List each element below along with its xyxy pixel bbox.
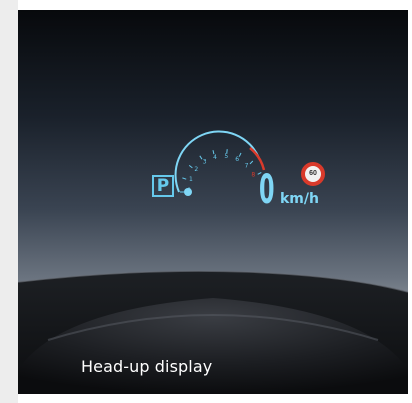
tachometer-gauge: 012345678 [174, 130, 266, 196]
tach-tick-label: 6 [235, 156, 239, 163]
tach-tick-mark [249, 160, 254, 165]
left-margin-strip [0, 0, 18, 403]
hud-photo: 012345678 P 0 km/h 60 Head-up display [18, 10, 408, 394]
tach-tick-label: 2 [194, 166, 198, 173]
tach-tick-label: 4 [213, 154, 217, 161]
speed-value: 0 [259, 167, 275, 213]
image-caption: Head-up display [81, 357, 213, 376]
tach-tick-mark [182, 177, 187, 180]
tach-tick-mark [188, 165, 193, 169]
speed-limit-sign: 60 [301, 162, 325, 186]
tach-tick-label: 7 [245, 163, 249, 170]
tach-tick-label: 8 [251, 172, 255, 179]
tach-tick-mark [199, 155, 203, 160]
tach-tick-mark [238, 152, 242, 157]
speed-unit: km/h [280, 191, 319, 207]
gear-indicator: P [152, 175, 174, 197]
tach-tick-label: 3 [203, 158, 207, 165]
dashboard-scene: 0 12345678 [18, 130, 408, 394]
tach-tick-label: 5 [224, 153, 228, 160]
tach-tick-label: 1 [189, 176, 193, 183]
